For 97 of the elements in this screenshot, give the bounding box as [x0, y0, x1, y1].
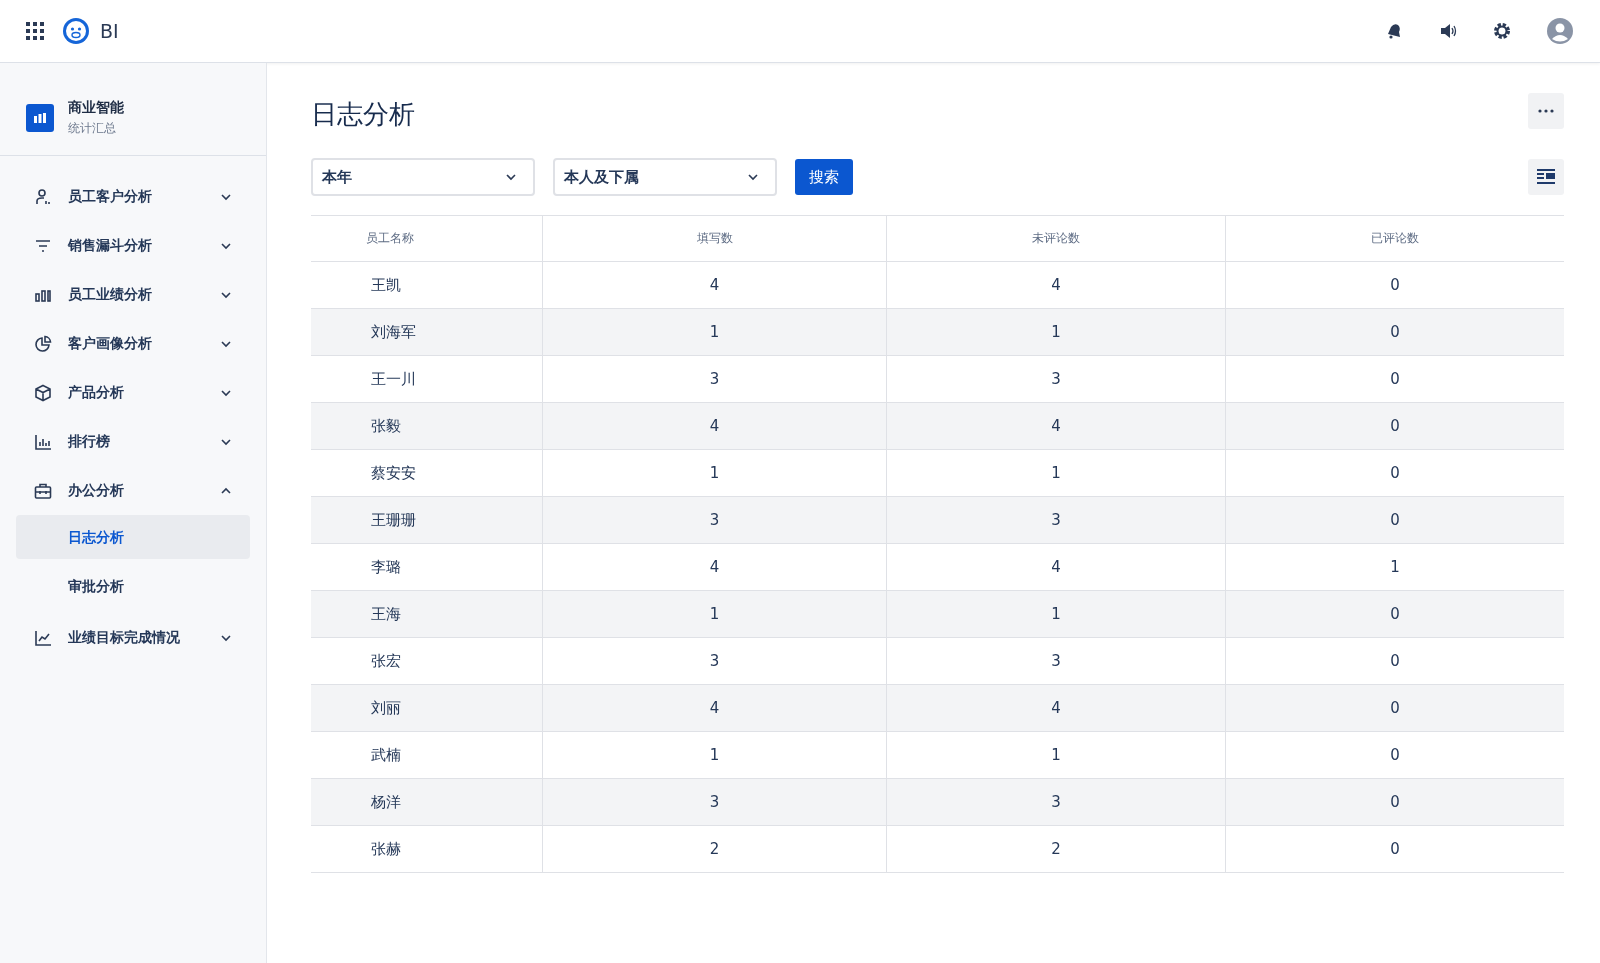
app-grid-icon[interactable] — [26, 22, 44, 40]
table-cell: 李璐 — [311, 543, 543, 591]
table-cell: 杨洋 — [311, 778, 543, 826]
table-cell: 2 — [886, 825, 1226, 873]
bar-chart-icon — [34, 432, 52, 451]
table-cell: 王海 — [311, 590, 543, 638]
table-cell: 武楠 — [311, 731, 543, 779]
sidebar-item[interactable]: 销售漏斗分析 — [16, 221, 250, 270]
table-cell: 3 — [886, 778, 1226, 826]
table-cell: 4 — [886, 402, 1226, 450]
table-cell: 0 — [1225, 590, 1564, 638]
table-cell: 0 — [1225, 637, 1564, 685]
scope-select[interactable]: 本人及下属 — [553, 158, 777, 196]
sidebar-item[interactable]: 客户画像分析 — [16, 319, 250, 368]
app-name: BI — [100, 20, 119, 42]
table-cell: 1 — [1225, 543, 1564, 591]
line-chart-icon — [34, 628, 52, 647]
table-cell: 0 — [1225, 684, 1564, 732]
search-button[interactable]: 搜索 — [795, 159, 853, 195]
column-header: 未评论数 — [886, 215, 1226, 262]
table-cell: 0 — [1225, 261, 1564, 309]
table-cell: 3 — [886, 496, 1226, 544]
table-cell: 蔡安安 — [311, 449, 543, 497]
settings-icon[interactable] — [1492, 21, 1512, 41]
chevron-down-icon — [220, 290, 232, 299]
layout-button[interactable] — [1528, 159, 1564, 195]
table-cell: 1 — [542, 449, 887, 497]
sidebar-subitem[interactable]: 日志分析 — [16, 515, 250, 559]
chevron-down-icon — [220, 633, 232, 642]
sidebar-subitem[interactable]: 审批分析 — [16, 564, 250, 608]
table-cell: 1 — [886, 590, 1226, 638]
table-cell: 0 — [1225, 496, 1564, 544]
page-title: 日志分析 — [311, 98, 415, 131]
chevron-down-icon — [220, 339, 232, 348]
bar-chart-icon — [26, 104, 54, 132]
sidebar-item[interactable]: 办公分析 — [16, 466, 250, 515]
table-cell: 0 — [1225, 402, 1564, 450]
table-cell: 4 — [886, 261, 1226, 309]
table-cell: 1 — [886, 731, 1226, 779]
table-cell: 4 — [542, 684, 887, 732]
column-header: 员工名称 — [311, 215, 543, 262]
table-cell: 3 — [886, 637, 1226, 685]
chevron-down-icon — [505, 173, 517, 181]
cube-icon — [34, 383, 52, 402]
table-cell: 0 — [1225, 449, 1564, 497]
column-header: 已评论数 — [1225, 215, 1564, 262]
table-cell: 0 — [1225, 778, 1564, 826]
table-cell: 刘丽 — [311, 684, 543, 732]
table-cell: 张毅 — [311, 402, 543, 450]
table-cell: 4 — [886, 684, 1226, 732]
table-cell: 0 — [1225, 308, 1564, 356]
sidebar-item[interactable]: 排行榜 — [16, 417, 250, 466]
chevron-down-icon — [220, 388, 232, 397]
table-cell: 3 — [542, 496, 887, 544]
table-cell: 张赫 — [311, 825, 543, 873]
sidebar-item[interactable]: 产品分析 — [16, 368, 250, 417]
table-cell: 4 — [542, 402, 887, 450]
table-cell: 4 — [886, 543, 1226, 591]
person-icon — [34, 187, 52, 206]
sidebar-item[interactable]: 员工业绩分析 — [16, 270, 250, 319]
table-cell: 2 — [542, 825, 887, 873]
table-cell: 0 — [1225, 731, 1564, 779]
chevron-up-icon — [220, 486, 232, 495]
table-cell: 王凯 — [311, 261, 543, 309]
chevron-down-icon — [220, 192, 232, 201]
table-cell: 王一川 — [311, 355, 543, 403]
pie-chart-icon — [34, 334, 52, 353]
more-icon — [1538, 109, 1554, 113]
table-cell: 3 — [886, 355, 1226, 403]
table-cell: 1 — [886, 449, 1226, 497]
table-cell: 4 — [542, 543, 887, 591]
table-cell: 3 — [542, 355, 887, 403]
avatar-icon[interactable] — [1546, 17, 1574, 45]
table-cell: 0 — [1225, 825, 1564, 873]
briefcase-icon — [34, 481, 52, 500]
speaker-icon[interactable] — [1438, 21, 1458, 41]
table-cell: 王珊珊 — [311, 496, 543, 544]
chevron-down-icon — [747, 173, 759, 181]
table-cell: 1 — [542, 308, 887, 356]
sidebar-item[interactable]: 员工客户分析 — [16, 172, 250, 221]
table-cell: 0 — [1225, 355, 1564, 403]
layout-icon — [1537, 169, 1555, 185]
chevron-down-icon — [220, 437, 232, 446]
column-header: 填写数 — [542, 215, 887, 262]
table-cell: 刘海军 — [311, 308, 543, 356]
period-select[interactable]: 本年 — [311, 158, 535, 196]
chevron-down-icon — [220, 241, 232, 250]
table-cell: 1 — [542, 590, 887, 638]
table-cell: 张宏 — [311, 637, 543, 685]
sidebar-item[interactable]: 业绩目标完成情况 — [16, 613, 250, 662]
table-cell: 1 — [542, 731, 887, 779]
table-cell: 4 — [542, 261, 887, 309]
sidebar-title: 商业智能 — [68, 99, 124, 117]
table-cell: 3 — [542, 637, 887, 685]
sidebar-subtitle: 统计汇总 — [68, 120, 117, 137]
table-cell: 1 — [886, 308, 1226, 356]
table-cell: 3 — [542, 778, 887, 826]
